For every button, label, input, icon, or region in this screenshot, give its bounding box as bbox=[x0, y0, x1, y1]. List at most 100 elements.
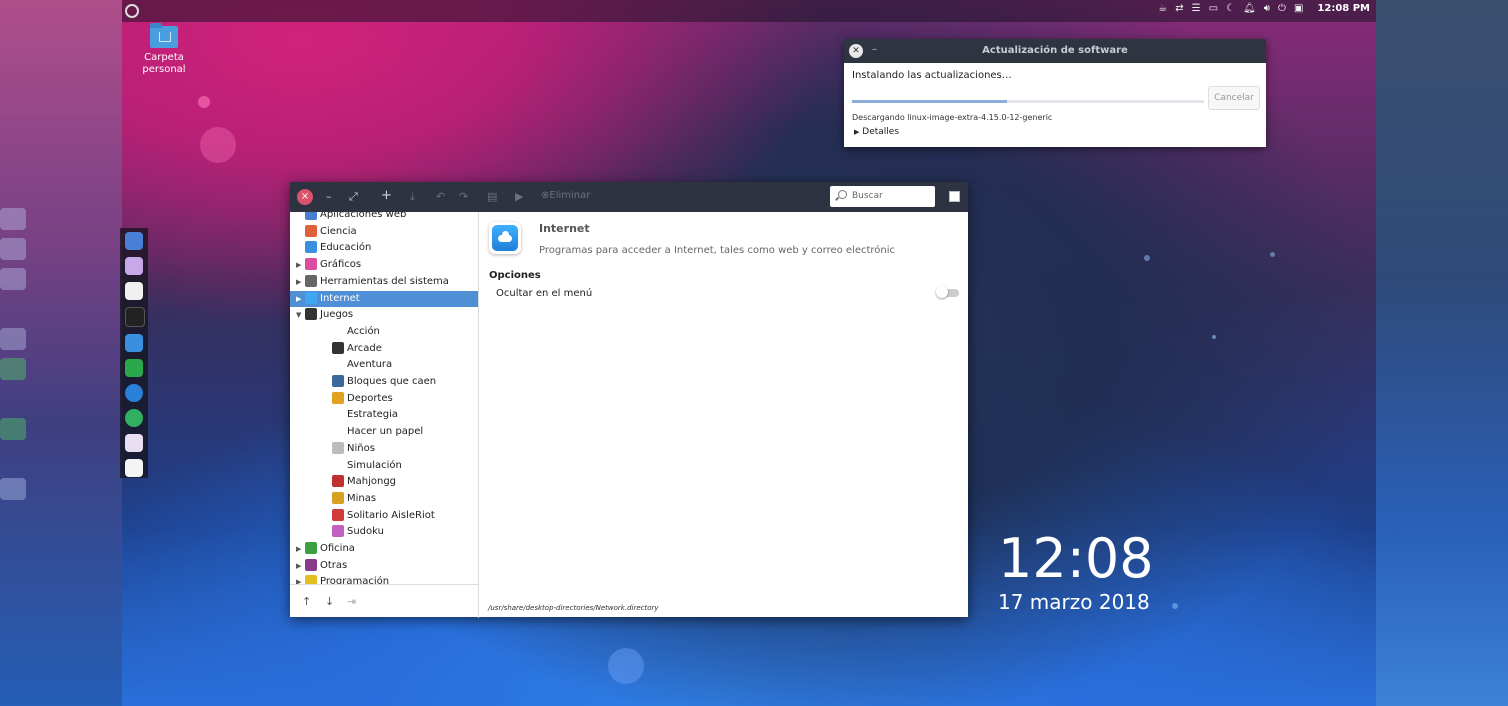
bokeh-dot bbox=[200, 127, 236, 163]
redo-icon[interactable]: ↷ bbox=[459, 190, 468, 203]
add-button[interactable]: + bbox=[381, 188, 392, 203]
hide-in-menu-toggle[interactable] bbox=[936, 286, 959, 298]
tree-item[interactable]: Niños bbox=[290, 441, 478, 457]
category-name[interactable]: Internet bbox=[539, 222, 590, 235]
download-icon[interactable]: ⤓ bbox=[410, 190, 415, 204]
bokeh-dot bbox=[1144, 255, 1150, 261]
move-down-icon[interactable]: ↓ bbox=[325, 595, 334, 608]
dock-calc-icon[interactable] bbox=[125, 359, 143, 377]
tree-item[interactable]: Estrategia bbox=[290, 407, 478, 423]
tree-item[interactable]: ▶ Oficina bbox=[290, 541, 478, 557]
tree-expander-icon[interactable]: ▶ bbox=[296, 545, 301, 553]
category-icon bbox=[332, 525, 344, 538]
category-icon bbox=[332, 491, 344, 504]
dock-browser-icon[interactable] bbox=[125, 232, 143, 250]
details-expander[interactable]: ▶ Detalles bbox=[854, 127, 899, 137]
menu-tree: Aplicaciones web Ciencia Educación ▶ Gráfico… bbox=[290, 212, 479, 584]
tree-item[interactable]: Aventura bbox=[290, 357, 478, 373]
tree-item[interactable]: ▶ Otras bbox=[290, 558, 478, 574]
tree-item[interactable]: Arcade bbox=[290, 341, 478, 357]
dock-writer-icon[interactable] bbox=[125, 334, 143, 352]
window-maximize-button[interactable]: ⤢ bbox=[349, 190, 358, 204]
activities-icon[interactable] bbox=[125, 4, 139, 18]
tree-item-label: Mahjongg bbox=[347, 476, 397, 488]
tree-footer: ↑ ↓ ⇥ bbox=[290, 584, 479, 618]
home-folder-desktop-icon[interactable]: Carpeta personal bbox=[140, 23, 188, 76]
tree-item[interactable]: ▼ Juegos bbox=[290, 307, 478, 323]
tree-item[interactable]: Acción bbox=[290, 324, 478, 340]
bokeh-dot bbox=[198, 96, 210, 108]
tree-expander-icon[interactable]: ▶ bbox=[296, 278, 301, 286]
network-icon[interactable]: ⇄ bbox=[1175, 3, 1183, 14]
moon-icon[interactable]: ☾ bbox=[1226, 3, 1235, 14]
update-status-text: Instalando las actualizaciones… bbox=[852, 70, 1012, 81]
tree-item-label: Estrategia bbox=[347, 409, 399, 421]
tree-item[interactable]: Ciencia bbox=[290, 224, 478, 240]
bokeh-dot bbox=[608, 648, 644, 684]
tree-item[interactable]: ▶ Programación bbox=[290, 574, 478, 584]
undo-icon[interactable]: ↶ bbox=[436, 190, 445, 203]
tree-item-label: Arcade bbox=[347, 342, 382, 354]
window-icon[interactable]: ▣ bbox=[1294, 3, 1303, 14]
tree-item[interactable]: Hacer un papel bbox=[290, 424, 478, 440]
cup-icon[interactable]: ☕ bbox=[1158, 3, 1167, 14]
tree-item[interactable]: ▶ Herramientas del sistema bbox=[290, 274, 478, 290]
document-icon[interactable]: ▤ bbox=[487, 190, 497, 203]
dock-settings-icon[interactable] bbox=[125, 434, 143, 452]
tree-item[interactable]: Sudoku bbox=[290, 524, 478, 540]
category-icon bbox=[332, 475, 344, 488]
tree-item[interactable]: Deportes bbox=[290, 391, 478, 407]
delete-button[interactable]: ⊗Eliminar bbox=[541, 190, 590, 201]
tree-item[interactable]: Mahjongg bbox=[290, 474, 478, 490]
move-up-icon[interactable]: ↑ bbox=[302, 595, 311, 608]
category-comment[interactable]: Programas para acceder a Internet, tales… bbox=[539, 245, 895, 256]
dock-update-icon[interactable] bbox=[125, 409, 143, 427]
folder-icon[interactable]: ▭ bbox=[1209, 3, 1218, 14]
menu-icon[interactable]: ☰ bbox=[1192, 3, 1201, 14]
tree-item[interactable]: Simulación bbox=[290, 458, 478, 474]
window-menu-icon[interactable] bbox=[949, 191, 960, 202]
dock-terminal-icon[interactable] bbox=[125, 307, 145, 327]
tree-expander-icon[interactable]: ▶ bbox=[296, 562, 301, 570]
blurred-launcher-icon bbox=[0, 328, 26, 350]
dock-menu-editor-icon[interactable] bbox=[125, 459, 143, 477]
tree-item[interactable]: Aplicaciones web bbox=[290, 212, 478, 223]
tree-item-label: Herramientas del sistema bbox=[320, 275, 449, 287]
tree-item[interactable]: Solitario AisleRiot bbox=[290, 508, 478, 524]
dock-chrome-icon[interactable] bbox=[125, 384, 143, 402]
window-close-button[interactable]: × bbox=[297, 189, 313, 205]
download-status-text: Descargando linux-image-extra-4.15.0-12-… bbox=[852, 113, 1053, 122]
window-headerbar: × – ⤢ + ⤓ ↶ ↷ ▤ ▶ ⊗Eliminar Buscar bbox=[290, 182, 968, 212]
tree-item[interactable]: ▶ Internet bbox=[290, 290, 478, 307]
tree-item-label: Solitario AisleRiot bbox=[347, 509, 435, 521]
tree-expander-icon[interactable]: ▼ bbox=[296, 311, 301, 319]
tree-expander-icon[interactable]: ▶ bbox=[296, 261, 301, 269]
tree-expander-icon[interactable]: ▶ bbox=[296, 295, 301, 303]
bell-icon[interactable]: 🔔︎ bbox=[1243, 3, 1256, 14]
desktop-clock-time: 12:08 bbox=[998, 527, 1154, 590]
search-placeholder: Buscar bbox=[852, 191, 883, 201]
dock-files-icon[interactable] bbox=[125, 257, 143, 275]
volume-icon[interactable]: 🔊︎ bbox=[1264, 3, 1270, 14]
menu-editor-window: × – ⤢ + ⤓ ↶ ↷ ▤ ▶ ⊗Eliminar Buscar Aplic… bbox=[290, 182, 968, 618]
detail-pane: Internet Programas para acceder a Intern… bbox=[479, 212, 968, 617]
update-progress-bar bbox=[852, 100, 1204, 103]
dialog-title: Actualización de software bbox=[982, 45, 1128, 56]
cancel-button[interactable]: Cancelar bbox=[1208, 86, 1260, 110]
run-icon[interactable]: ▶ bbox=[515, 190, 523, 203]
tree-item-label: Bloques que caen bbox=[347, 376, 437, 387]
tree-item[interactable]: Minas bbox=[290, 491, 478, 507]
tree-item[interactable]: Bloques que caen bbox=[290, 374, 478, 390]
dock-music-icon[interactable] bbox=[125, 282, 143, 300]
internet-category-icon[interactable] bbox=[489, 222, 521, 254]
search-field[interactable]: Buscar bbox=[830, 186, 935, 207]
category-icon bbox=[305, 291, 317, 304]
tree-item-label: Aventura bbox=[347, 359, 393, 371]
power-icon[interactable]: ⏻ bbox=[1278, 3, 1286, 14]
window-minimize-button[interactable]: – bbox=[326, 190, 332, 203]
tree-item[interactable]: ▶ Gráficos bbox=[290, 257, 478, 273]
panel-clock[interactable]: 12:08 PM bbox=[1317, 3, 1370, 14]
tree-item-label: Deportes bbox=[347, 392, 393, 404]
tree-item[interactable]: Educación bbox=[290, 240, 478, 256]
indent-icon[interactable]: ⇥ bbox=[347, 595, 356, 608]
